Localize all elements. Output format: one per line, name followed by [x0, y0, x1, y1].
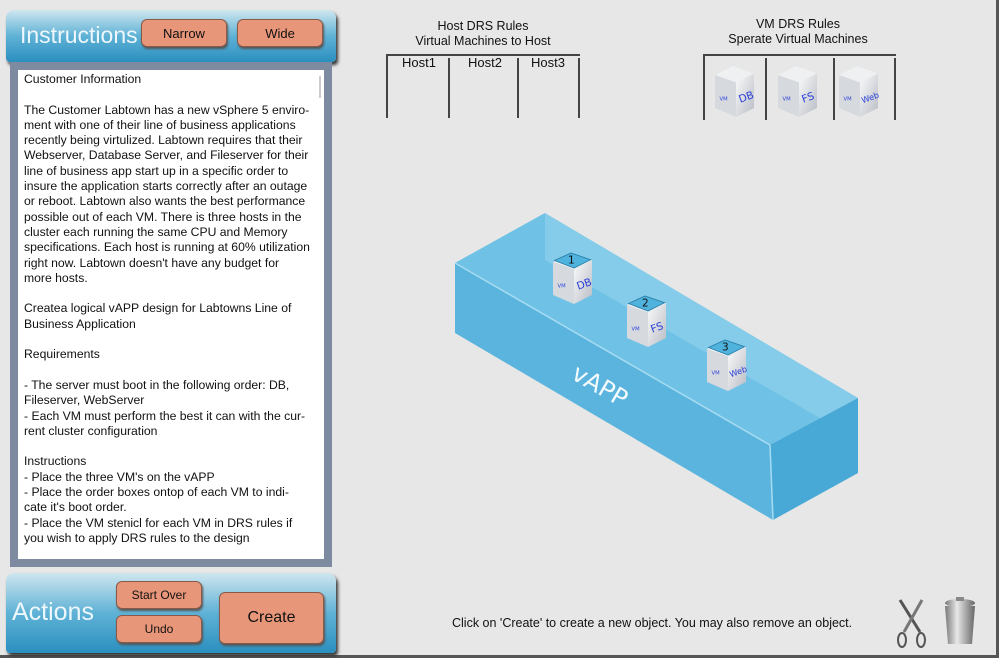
vm-tag: VM [783, 97, 792, 103]
instructions-text[interactable]: Customer Information The Customer Labtown… [18, 70, 324, 559]
trash-can-icon[interactable] [940, 596, 980, 646]
wide-button[interactable]: Wide [237, 19, 323, 47]
instruction-line: - The server must boot in the following … [24, 377, 290, 392]
instruction-line [24, 363, 318, 378]
vm-db-stencil[interactable]: 1VM DB [553, 252, 594, 304]
divider [894, 58, 896, 120]
instruction-line: Instructions [24, 454, 87, 469]
vm-tag: VM [632, 327, 641, 333]
instruction-line: Customer Information [24, 72, 142, 86]
boot-order-number: 1 [568, 255, 575, 267]
instruction-line: Fileserver, WebServer [24, 393, 145, 408]
vm-tag: VM [844, 97, 853, 103]
instruction-line: line of business app start up in a speci… [24, 163, 289, 178]
instruction-line: Business Application [24, 316, 136, 331]
start-over-button[interactable]: Start Over [116, 581, 202, 609]
scrollbar[interactable] [319, 76, 321, 98]
instruction-line [24, 439, 318, 454]
host2-column[interactable]: Host2 [468, 55, 502, 70]
instruction-line: you wish to apply DRS rules to the desig… [24, 530, 250, 545]
vm-drs-header: VM DRS Rules Sperate Virtual Machines [698, 17, 898, 47]
instruction-line: Webserver, Database Server, and Fileserv… [24, 148, 309, 163]
vm-drs-title: VM DRS Rules [755, 17, 841, 31]
instruction-line: The Customer Labtown has a new vSphere 5… [24, 102, 310, 117]
vapp-container[interactable]: vAPP [454, 213, 858, 521]
host-drs-subtitle: Virtual Machines to Host [415, 34, 551, 48]
vm-tag: VM [720, 97, 729, 103]
divider [703, 54, 705, 120]
vm-drs-subtitle: Sperate Virtual Machines [728, 32, 868, 46]
instruction-line: ment with one of their line of business … [24, 117, 296, 132]
instruction-line: Requirements [24, 347, 100, 362]
host1-column[interactable]: Host1 [402, 55, 436, 70]
instruction-line: - Place the VM stenicl for each VM in DR… [24, 515, 293, 530]
vm-fs-stencil[interactable]: VM FS [778, 66, 817, 117]
instruction-line: - Place the three VM's on the vAPP [24, 469, 215, 484]
vm-fs-stencil[interactable]: 2VM FS [627, 295, 666, 347]
instruction-line: rent cluster configuration [24, 423, 158, 438]
instruction-line [24, 87, 318, 102]
host3-column[interactable]: Host3 [531, 55, 565, 70]
vm-tag: VM [712, 371, 721, 377]
instruction-line: possible out of each VM. There is three … [24, 209, 302, 224]
divider [386, 54, 388, 118]
divider [578, 58, 580, 118]
instruction-line: recently being virtulized. Labtown requi… [24, 133, 303, 148]
actions-panel: Actions Start Over Undo Create [6, 573, 336, 653]
vm-db-stencil[interactable]: VM DB [715, 66, 756, 117]
actions-title: Actions [12, 598, 94, 626]
vm-drs-top-line [703, 54, 896, 56]
instruction-line: or reboot. Labtown also wants the best p… [24, 194, 306, 209]
vm-web-stencil[interactable]: 3VM Web [707, 339, 748, 391]
divider [448, 58, 450, 118]
scissors-icon[interactable] [894, 598, 928, 648]
instruction-line: more hosts. [24, 270, 88, 285]
instruction-line: specifications. Each host is running at … [24, 240, 310, 255]
instruction-line: - Place the order boxes ontop of each VM… [24, 485, 289, 500]
instructions-title: Instructions [20, 22, 138, 48]
instruction-line [24, 286, 318, 301]
instruction-line: - Each VM must perform the best it can w… [24, 408, 306, 423]
instruction-line: right now. Labtown doesn't have any budg… [24, 255, 280, 270]
status-message: Click on 'Create' to create a new object… [452, 616, 853, 630]
undo-button[interactable]: Undo [116, 615, 202, 643]
create-button[interactable]: Create [219, 592, 324, 644]
instruction-line [24, 332, 318, 347]
narrow-button[interactable]: Narrow [141, 19, 227, 47]
boot-order-number: 2 [642, 298, 649, 310]
instructions-panel: Instructions Narrow Wide [6, 10, 336, 62]
instruction-line: insure the application starts correctly … [24, 179, 308, 194]
divider [833, 58, 835, 120]
boot-order-number: 3 [722, 342, 729, 354]
host-drs-header: Host DRS Rules Virtual Machines to Host [383, 19, 583, 49]
host-drs-title: Host DRS Rules [437, 19, 529, 33]
instruction-line: Createa logical vAPP design for Labtowns… [24, 301, 292, 316]
divider [517, 58, 519, 118]
instruction-line: cluster each running the same CPU and Me… [24, 224, 288, 239]
instructions-text-frame: Customer Information The Customer Labtown… [10, 62, 332, 567]
instruction-line: cate it's boot order. [24, 500, 127, 515]
vm-web-stencil[interactable]: VM Web [839, 66, 880, 117]
divider [765, 58, 767, 120]
vm-tag: VM [558, 284, 567, 290]
